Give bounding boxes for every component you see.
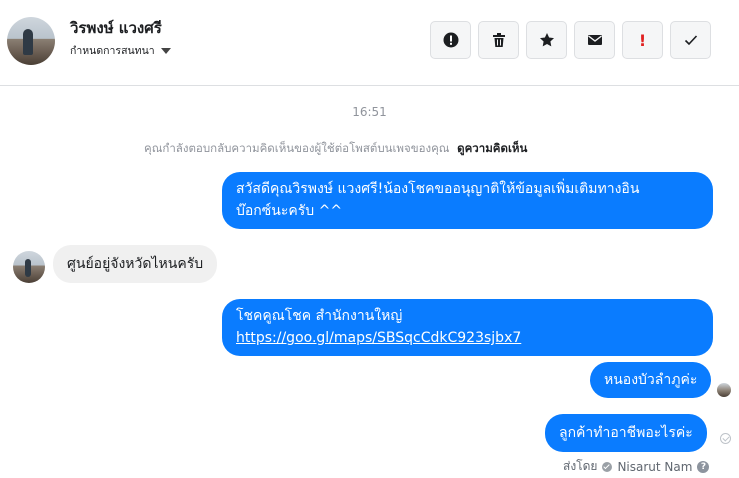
message-timestamp: 16:51 — [352, 105, 387, 119]
help-icon[interactable]: ? — [697, 460, 710, 473]
sent-by-label: ส่งโดย — [563, 459, 598, 473]
message-text: ศูนย์อยู่จังหวัดไหนครับ — [67, 256, 204, 272]
mark-unread-button[interactable] — [574, 21, 615, 59]
alert-circle-icon — [443, 32, 458, 48]
message-outgoing[interactable]: หนองบัวลำภูค่ะ — [590, 362, 712, 398]
envelope-icon — [587, 35, 602, 45]
maps-link[interactable]: https://goo.gl/maps/SBSqcCdkC923sjbx7 — [236, 327, 699, 349]
sent-by: ส่งโดย Nisarut Nam ? — [563, 457, 710, 476]
conversation-schedule-dropdown[interactable]: กำหนดการสนทนา — [70, 42, 171, 59]
report-button[interactable] — [430, 21, 471, 59]
exclamation-icon: ! — [638, 30, 647, 50]
message-outgoing[interactable]: ลูกค้าทำอาชีพอะไรค่ะ — [545, 414, 707, 452]
message-incoming[interactable]: ศูนย์อยู่จังหวัดไหนครับ — [53, 245, 218, 283]
view-comment-link[interactable]: ดูความคิดเห็น — [457, 141, 527, 155]
contact-name[interactable]: วิรพงษ์ แวงศรี — [70, 16, 162, 40]
conversation-header: วิรพงษ์ แวงศรี กำหนดการสนทนา ! — [0, 0, 739, 86]
delete-button[interactable] — [478, 21, 519, 59]
message-text: ลูกค้าทำอาชีพอะไรค่ะ — [559, 425, 693, 441]
message-outgoing[interactable]: สวัสดีคุณวิรพงษ์ แวงศรี!น้องโชคขออนุญาติ… — [222, 172, 713, 229]
message-text: หนองบัวลำภูค่ะ — [604, 372, 698, 388]
message-line: บ๊อกซ์นะครับ ^^ — [236, 203, 343, 219]
action-toolbar: ! — [430, 21, 711, 59]
checkmark-icon — [684, 35, 697, 46]
sender-avatar[interactable] — [13, 251, 45, 283]
message-outgoing[interactable]: โชคคูณโชค สำนักงานใหญ่ https://goo.gl/ma… — [222, 299, 713, 356]
mark-done-button[interactable] — [670, 21, 711, 59]
star-button[interactable] — [526, 21, 567, 59]
mark-spam-button[interactable]: ! — [622, 21, 663, 59]
avatar[interactable] — [7, 17, 55, 65]
reply-notice-text: คุณกำลังตอบกลับความคิดเห็นของผู้ใช้ต่อโพ… — [144, 141, 450, 155]
sent-by-name[interactable]: Nisarut Nam — [617, 460, 692, 474]
star-icon — [539, 33, 554, 47]
seen-avatar — [717, 383, 731, 397]
trash-icon — [492, 33, 505, 47]
reply-notice: คุณกำลังตอบกลับความคิดเห็นของผู้ใช้ต่อโพ… — [144, 140, 527, 158]
sent-status-icon — [720, 433, 731, 444]
caret-down-icon — [160, 47, 171, 54]
verified-icon — [602, 461, 613, 472]
message-line: โชคคูณโชค สำนักงานใหญ่ — [236, 308, 403, 324]
message-line: สวัสดีคุณวิรพงษ์ แวงศรี!น้องโชคขออนุญาติ… — [236, 181, 640, 197]
conversation-schedule-label: กำหนดการสนทนา — [70, 45, 155, 57]
